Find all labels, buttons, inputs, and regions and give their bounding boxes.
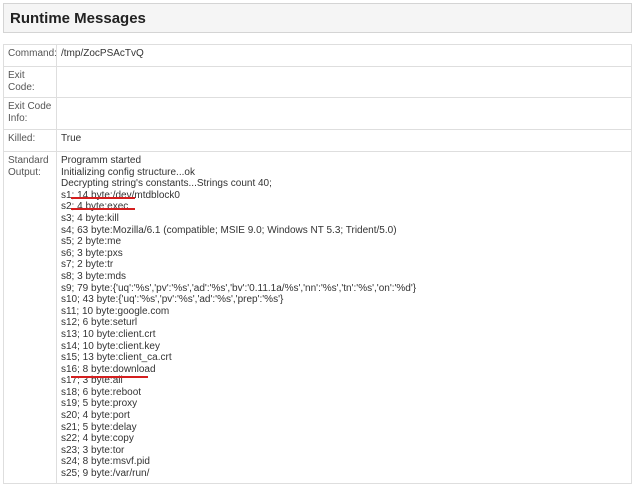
- table-row-exit-code: Exit Code:: [3, 66, 632, 98]
- output-line: s6; 3 byte:pxs: [61, 247, 123, 259]
- output-line: s19; 5 byte:proxy: [61, 398, 138, 410]
- command-label: Command:: [3, 44, 57, 67]
- runtime-messages-header: Runtime Messages: [3, 3, 632, 33]
- highlight-underline-exec: [71, 197, 135, 199]
- exit-code-label: Exit Code:: [3, 66, 57, 98]
- exit-code-info-label: Exit Code Info:: [3, 97, 57, 130]
- output-line: s24; 8 byte:msvf.pid: [61, 456, 150, 468]
- highlight-underline-kill: [71, 208, 135, 210]
- standard-output-label: Standard Output:: [3, 151, 57, 484]
- output-line: s18; 6 byte:reboot: [61, 386, 142, 398]
- output-line: Decrypting string's constants...Strings …: [61, 178, 272, 190]
- output-line: s8; 3 byte:mds: [61, 270, 127, 282]
- output-line: s22; 4 byte:copy: [61, 433, 134, 445]
- output-line: s3; 4 byte:kill: [61, 212, 119, 224]
- output-line: s12; 6 byte:seturl: [61, 317, 138, 329]
- runtime-messages-table: Command: /tmp/ZocPSAcTvQ Exit Code: Exit…: [3, 44, 632, 484]
- output-line: Initializing config structure...ok: [61, 166, 195, 178]
- exit-code-info-value: [56, 97, 632, 130]
- table-row-standard-output: Standard Output: Programm started Initial…: [3, 151, 632, 484]
- output-line: s23; 3 byte:tor: [61, 444, 125, 456]
- highlight-underline-download: [71, 376, 148, 378]
- output-line: s16; 8 byte:download: [61, 363, 156, 375]
- exit-code-value: [56, 66, 632, 98]
- section-title: Runtime Messages: [10, 10, 146, 27]
- killed-value: True: [56, 129, 632, 152]
- output-line: s15; 13 byte:client_ca.crt: [61, 352, 172, 364]
- output-line: s1; 14 byte:/dev/mtdblock0: [61, 189, 180, 201]
- output-line: s20; 4 byte:port: [61, 410, 130, 422]
- standard-output-lines: Programm started Initializing config stru…: [61, 155, 627, 480]
- command-value: /tmp/ZocPSAcTvQ: [56, 44, 632, 67]
- output-line: s13; 10 byte:client.crt: [61, 328, 156, 340]
- output-line: s9; 79 byte:{'uq':'%s','pv':'%s','ad':'%…: [61, 282, 417, 294]
- table-row-killed: Killed: True: [3, 129, 632, 152]
- output-line: s25; 9 byte:/var/run/: [61, 468, 150, 480]
- output-line: Programm started: [61, 155, 142, 166]
- output-line: s7; 2 byte:tr: [61, 259, 114, 271]
- killed-label: Killed:: [3, 129, 57, 152]
- output-line: s11; 10 byte:google.com: [61, 305, 170, 317]
- output-line: s4; 63 byte:Mozilla/6.1 (compatible; MSI…: [61, 224, 397, 236]
- output-line: s14; 10 byte:client.key: [61, 340, 160, 352]
- table-row-command: Command: /tmp/ZocPSAcTvQ: [3, 44, 632, 67]
- standard-output-value: Programm started Initializing config stru…: [56, 151, 632, 484]
- output-line: s5; 2 byte:me: [61, 236, 122, 248]
- output-line: s2; 4 byte:exec: [61, 201, 129, 213]
- output-line: s21; 5 byte:delay: [61, 421, 137, 433]
- table-row-exit-code-info: Exit Code Info:: [3, 97, 632, 130]
- output-line: s10; 43 byte:{'uq':'%s','pv':'%s','ad':'…: [61, 294, 284, 306]
